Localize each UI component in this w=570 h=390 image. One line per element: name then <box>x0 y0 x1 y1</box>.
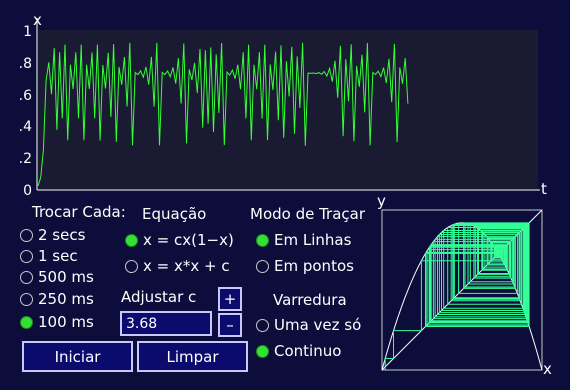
radio-em-pontos[interactable]: Em pontos <box>256 257 354 275</box>
trocar-title: Trocar Cada: <box>32 203 126 221</box>
radio-label: Em pontos <box>274 257 354 275</box>
radio-dot <box>20 292 33 306</box>
radio-label: 2 secs <box>38 226 86 244</box>
radio-label: Continuo <box>274 342 342 360</box>
y-tick-label: 0 <box>23 183 32 199</box>
radio-500-ms[interactable]: 500 ms <box>20 268 94 286</box>
radio-label: x = cx(1−x) <box>143 231 234 249</box>
y-tick-label: .4 <box>19 119 32 135</box>
identity-line <box>381 209 543 371</box>
cobweb-y-label: y <box>377 192 386 210</box>
radio-2-secs[interactable]: 2 secs <box>20 226 85 244</box>
radio-dot <box>20 270 33 284</box>
modo-title: Modo de Traçar <box>250 205 366 223</box>
cobweb-path <box>384 222 530 370</box>
radio-dot <box>125 259 138 273</box>
time-series-plot: x t 1 .8 .6 .4 .2 0 <box>19 11 547 199</box>
radio-dot <box>256 259 269 273</box>
y-tick-label: .2 <box>19 151 32 167</box>
y-axis-label: x <box>33 11 42 29</box>
cobweb-plot: y x <box>377 192 552 378</box>
radio-quadratic[interactable]: x = x*x + c <box>125 257 230 275</box>
radio-label: 250 ms <box>38 290 94 308</box>
radio-label: 500 ms <box>38 268 94 286</box>
iniciar-button[interactable]: Iniciar <box>22 341 133 372</box>
radio-100-ms[interactable]: 100 ms <box>20 313 94 331</box>
radio-dot <box>256 318 269 332</box>
radio-logistic[interactable]: x = cx(1−x) <box>125 231 234 249</box>
radio-dot <box>20 249 33 263</box>
radio-dot <box>20 315 33 329</box>
radio-continuo[interactable]: Continuo <box>256 342 341 360</box>
radio-label: Em Linhas <box>274 231 352 249</box>
y-tick-label: .6 <box>19 88 32 104</box>
radio-dot <box>256 233 269 247</box>
radio-dot <box>20 228 33 242</box>
increment-c-button[interactable]: + <box>218 287 242 311</box>
limpar-button[interactable]: Limpar <box>137 341 248 372</box>
radio-1-sec[interactable]: 1 sec <box>20 247 78 265</box>
decrement-c-button[interactable]: – <box>218 313 242 337</box>
cobweb-x-label: x <box>543 360 552 378</box>
radio-em-linhas[interactable]: Em Linhas <box>256 231 351 249</box>
radio-label: 100 ms <box>38 313 94 331</box>
radio-dot <box>256 344 269 358</box>
y-tick-label: .8 <box>19 56 32 72</box>
equacao-title: Equação <box>142 205 207 223</box>
radio-label: 1 sec <box>38 247 78 265</box>
c-value-input[interactable]: 3.68 <box>120 311 212 336</box>
radio-250-ms[interactable]: 250 ms <box>20 290 94 308</box>
varredura-title: Varredura <box>273 291 347 309</box>
radio-uma-vez-so[interactable]: Uma vez só <box>256 316 361 334</box>
radio-dot <box>125 233 138 247</box>
radio-label: Uma vez só <box>274 316 362 334</box>
adjust-c-label: Adjustar c <box>121 288 197 306</box>
y-tick-label: 1 <box>23 24 32 40</box>
radio-label: x = x*x + c <box>143 257 230 275</box>
